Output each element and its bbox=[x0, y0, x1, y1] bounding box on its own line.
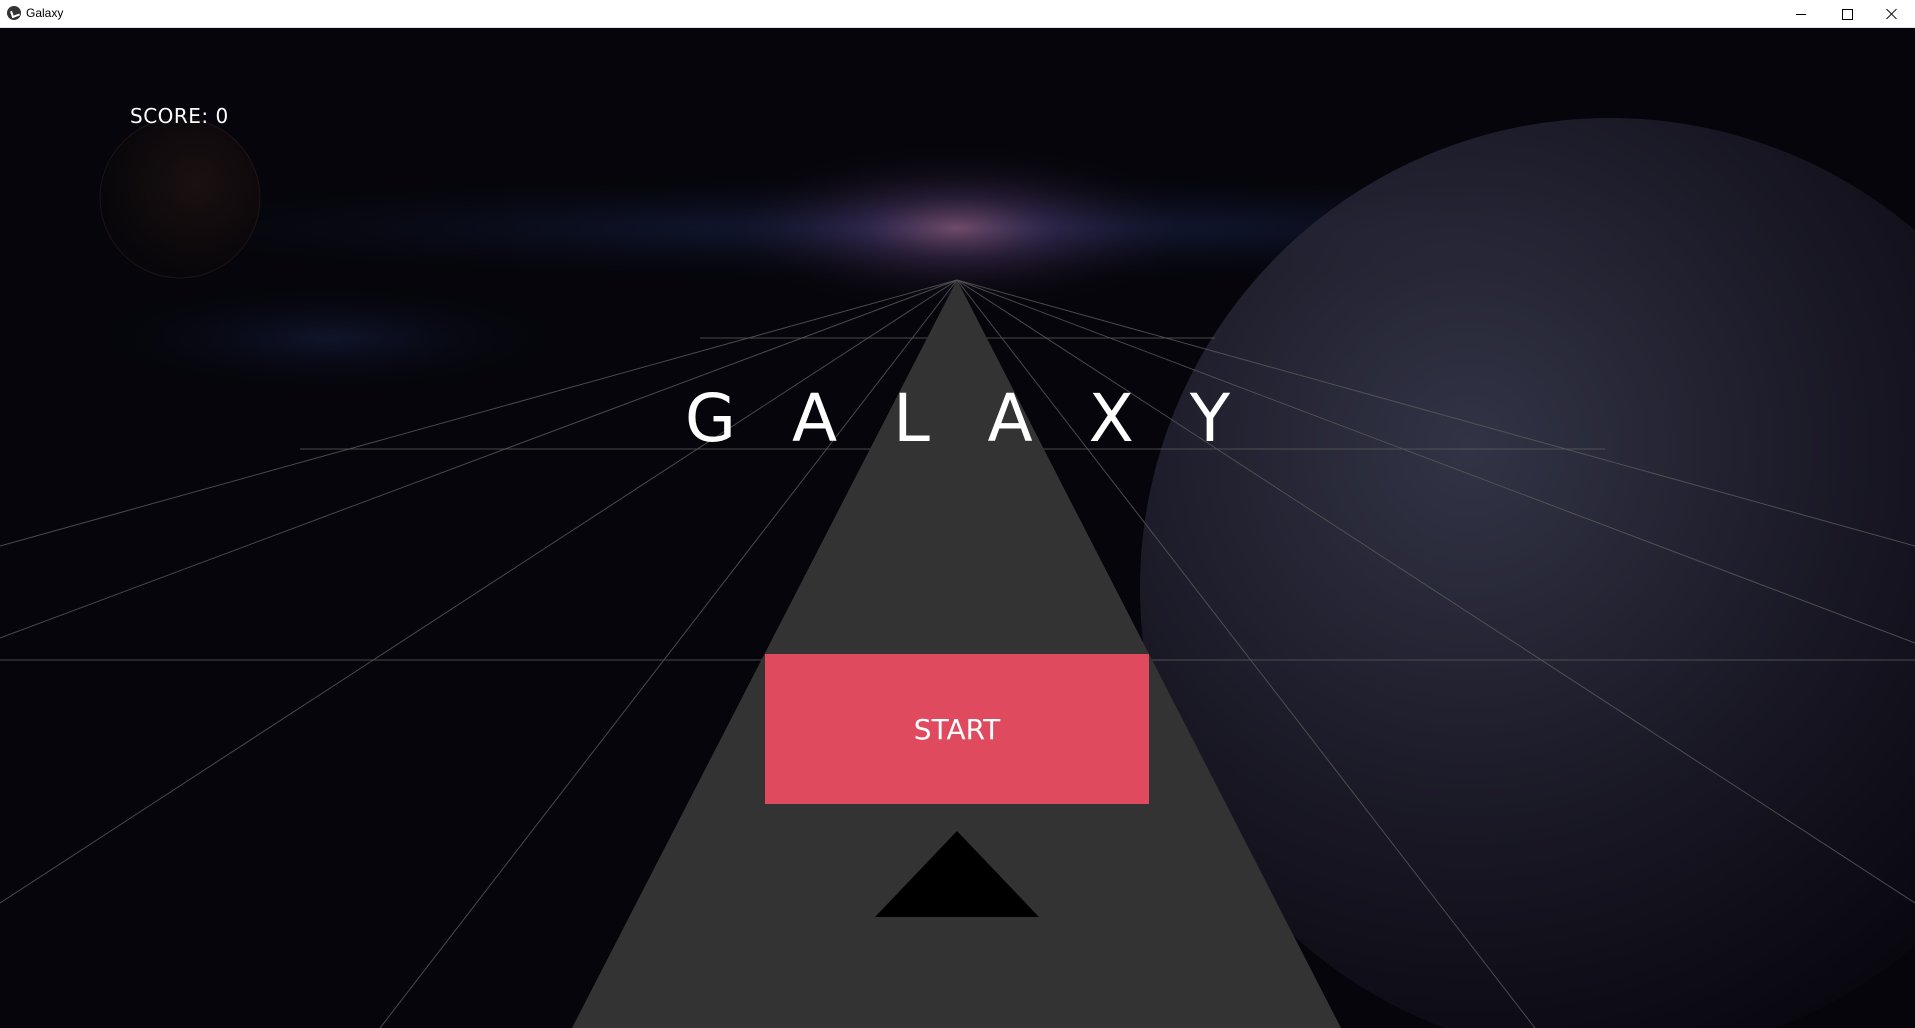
game-canvas[interactable]: SCORE: 0 GALAXY START bbox=[0, 28, 1915, 1028]
minimize-icon bbox=[1796, 13, 1806, 15]
close-icon bbox=[1886, 8, 1898, 20]
maximize-icon bbox=[1841, 8, 1853, 20]
maximize-button[interactable] bbox=[1824, 0, 1870, 28]
kivy-icon bbox=[7, 6, 21, 20]
start-button[interactable]: START bbox=[765, 654, 1149, 804]
score-label: SCORE: 0 bbox=[130, 104, 229, 128]
minimize-button[interactable] bbox=[1778, 0, 1824, 28]
game-title: GALAXY bbox=[684, 380, 1287, 457]
close-button[interactable] bbox=[1869, 0, 1915, 28]
window-title: Galaxy bbox=[26, 6, 64, 20]
window-titlebar: Galaxy bbox=[0, 0, 1915, 28]
moon bbox=[99, 117, 261, 279]
space-background bbox=[0, 28, 1915, 1028]
